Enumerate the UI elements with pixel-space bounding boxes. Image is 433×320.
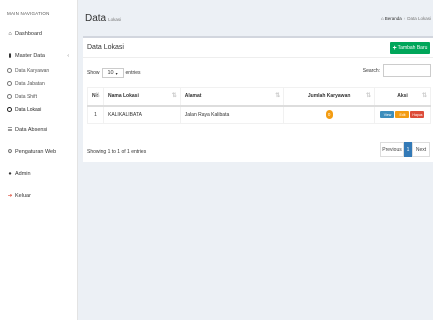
home-icon: ⌂: [8, 30, 12, 37]
sidebar-item-label: Admin: [15, 170, 31, 177]
dashboard-icon: ⌂: [381, 16, 384, 21]
sidebar-subitem-label: Data Lokasi: [15, 106, 42, 113]
entries-select-value: 10: [107, 70, 114, 76]
chevron-icon: ‹: [67, 52, 69, 59]
cell-alamat: Jalan Raya Kalibata: [179, 105, 285, 124]
sidebar-subitem-label: Data Karyawan: [15, 67, 50, 74]
entries-label: entries: [125, 70, 141, 76]
column-header-aksi[interactable]: Aksi ⇅: [373, 87, 432, 107]
content-header: Data Lokasi ⌂ Beranda › Data Lokasi: [78, 0, 433, 36]
box-title: Data Lokasi: [87, 44, 124, 51]
data-table: No ⇅ Nama Lokasi ⇅ Alamat ⇅ Jumlah Karyawan…: [87, 87, 432, 124]
delete-button[interactable]: Hapus: [410, 111, 425, 119]
chevron-down-icon: ▾: [115, 70, 118, 76]
data-box: Data Lokasi + Tambah Baru Show 10 ▾ entr…: [83, 36, 433, 162]
sidebar-item-label: Master Data: [15, 52, 45, 59]
sidebar-subitem-data-shift[interactable]: Data Shift: [0, 92, 77, 101]
sort-icon: ⇅: [421, 93, 427, 99]
previous-button[interactable]: Previous: [380, 142, 404, 157]
sidebar-subitem-data-karyawan[interactable]: Data Karyawan: [0, 66, 77, 75]
table-controls: Show 10 ▾ entries Search:: [83, 58, 433, 86]
sidebar-item-label: Dashboard: [15, 30, 42, 37]
list-icon: ☰: [7, 126, 13, 133]
column-header-nama-lokasi[interactable]: Nama Lokasi ⇅: [102, 87, 181, 107]
sort-icon: ⇅: [94, 93, 100, 99]
edit-button[interactable]: Edit: [395, 111, 410, 119]
action-buttons: View Edit Hapus: [379, 111, 426, 119]
box-header: Data Lokasi: [83, 38, 433, 58]
gears-icon: ⚙: [7, 148, 13, 155]
sidebar-subitem-data-lokasi[interactable]: Data Lokasi: [0, 105, 77, 114]
user-icon: ●: [8, 170, 12, 177]
file-icon: ▮: [8, 52, 12, 59]
sidebar: MAIN NAVIGATION ⌂ Dashboard ▮ Master Dat…: [0, 0, 78, 320]
table-search: Search:: [363, 64, 431, 77]
sort-icon: ⇅: [171, 93, 177, 99]
pagination: Previous 1 Next: [380, 142, 430, 157]
sidebar-item-pengaturan-web[interactable]: ⚙ Pengaturan Web: [0, 146, 77, 157]
cell-jumlah-karyawan: 0: [283, 105, 375, 124]
entries-select[interactable]: 10 ▾: [101, 68, 124, 78]
search-input[interactable]: [383, 64, 431, 77]
sidebar-item-master-data[interactable]: ▮ Master Data ‹: [0, 50, 77, 61]
page-subtitle: Lokasi: [108, 17, 122, 22]
count-badge: 0: [325, 110, 333, 120]
sort-icon: ⇅: [275, 93, 281, 99]
column-header-alamat[interactable]: Alamat ⇅: [179, 87, 285, 107]
page-button-current[interactable]: 1: [404, 142, 412, 157]
circle-icon: [7, 68, 12, 73]
add-new-button[interactable]: + Tambah Baru: [390, 42, 430, 54]
circle-icon: [7, 107, 12, 112]
plus-icon: +: [392, 44, 397, 52]
search-label: Search:: [362, 67, 380, 74]
view-button[interactable]: View: [380, 111, 395, 119]
column-header-jumlah-karyawan[interactable]: Jumlah Karyawan ⇅: [283, 87, 375, 107]
sidebar-item-label: Keluar: [15, 192, 31, 199]
table-info: Showing 1 to 1 of 1 entries: [87, 149, 147, 155]
sidebar-item-admin[interactable]: ● Admin: [0, 168, 77, 179]
column-header-no[interactable]: No ⇅: [87, 87, 104, 107]
page-title: Data Lokasi: [85, 13, 121, 24]
cell-no: 1: [87, 105, 104, 124]
sidebar-subitem-label: Data Shift: [15, 93, 37, 100]
page-title-text: Data: [85, 13, 107, 24]
sidebar-item-label: Pengaturan Web: [15, 148, 57, 155]
sort-icon: ⇅: [365, 93, 371, 99]
breadcrumb: ⌂ Beranda › Data Lokasi: [381, 16, 431, 21]
show-label: Show: [87, 70, 100, 76]
sign-out-icon: ➔: [7, 192, 13, 199]
table-row: 1 KALIKALIBATA Jalan Raya Kalibata 0 Vie…: [87, 105, 432, 124]
breadcrumb-current: Data Lokasi: [407, 16, 431, 21]
cell-aksi: View Edit Hapus: [373, 105, 432, 124]
breadcrumb-home[interactable]: Beranda: [385, 16, 402, 21]
sidebar-item-label: Data Absensi: [15, 126, 48, 133]
add-new-label: Tambah Baru: [397, 45, 428, 51]
table-header-row: No ⇅ Nama Lokasi ⇅ Alamat ⇅ Jumlah Karyawan…: [87, 87, 432, 107]
sidebar-item-data-absensi[interactable]: ☰ Data Absensi: [0, 124, 77, 135]
sidebar-item-keluar[interactable]: ➔ Keluar: [0, 190, 77, 201]
circle-icon: [7, 94, 12, 99]
sidebar-subitem-label: Data Jabatan: [15, 80, 45, 87]
sidebar-header: MAIN NAVIGATION: [7, 10, 50, 16]
breadcrumb-separator: ›: [403, 16, 406, 21]
cell-nama-lokasi: KALIKALIBATA: [102, 105, 181, 124]
sidebar-subitem-data-jabatan[interactable]: Data Jabatan: [0, 79, 77, 88]
entries-length: Show 10 ▾ entries: [87, 68, 141, 78]
sidebar-item-dashboard[interactable]: ⌂ Dashboard: [0, 28, 77, 39]
next-button[interactable]: Next: [412, 142, 430, 157]
circle-icon: [7, 81, 12, 86]
